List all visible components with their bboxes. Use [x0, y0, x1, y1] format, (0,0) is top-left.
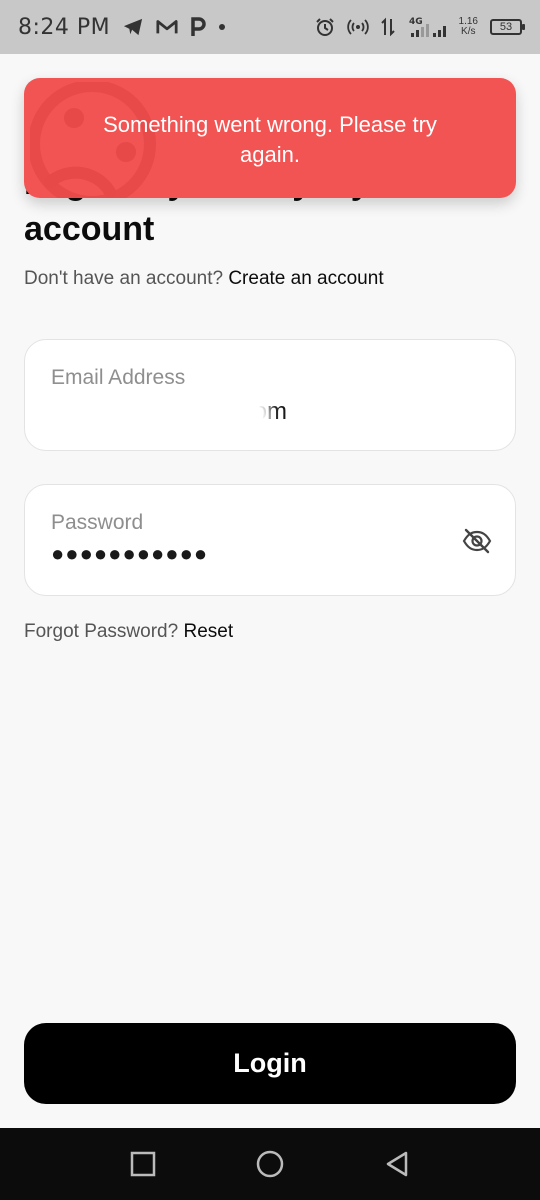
email-label: Email Address — [51, 366, 186, 389]
eye-off-icon[interactable] — [461, 525, 493, 557]
circle-icon[interactable] — [250, 1144, 290, 1184]
dot-icon — [218, 23, 226, 31]
battery-level: 53 — [499, 21, 513, 33]
status-right: 4G 1.16 K/s 53 — [315, 15, 525, 39]
status-time: 8:24 PM — [18, 14, 111, 40]
login-button[interactable]: Login — [24, 1023, 516, 1104]
svg-text:4G: 4G — [409, 17, 423, 27]
password-label: Password — [51, 511, 144, 534]
system-nav-bar — [0, 1128, 540, 1200]
toast-message: Something went wrong. Please try again. — [103, 112, 437, 167]
create-account-link[interactable]: Create an account — [228, 268, 383, 289]
speed-unit: K/s — [461, 26, 476, 37]
reset-link[interactable]: Reset — [183, 621, 233, 642]
network-speed: 1.16 K/s — [459, 17, 478, 37]
p-app-icon — [190, 17, 206, 37]
forgot-password: Forgot Password? Reset — [24, 621, 233, 643]
signup-prompt-text: Don't have an account? — [24, 268, 224, 289]
forgot-password-text: Forgot Password? — [24, 621, 179, 642]
hotspot-icon — [346, 18, 369, 36]
status-bar: 8:24 PM 4G 1.16 K/s 53 — [0, 0, 540, 54]
redaction-mask — [43, 400, 263, 434]
triangle-back-icon[interactable] — [377, 1144, 417, 1184]
battery-icon: 53 — [490, 19, 525, 35]
square-icon[interactable] — [123, 1144, 163, 1184]
error-toast: Something went wrong. Please try again. — [24, 78, 516, 198]
signal-4g-icon: 4G — [407, 15, 447, 39]
login-screen: 8:24 PM 4G 1.16 K/s 53 account Don't hav… — [0, 0, 540, 1200]
gmail-icon — [156, 18, 178, 36]
password-field[interactable]: Password ●●●●●●●●●●● — [24, 484, 516, 596]
data-transfer-icon — [380, 17, 395, 37]
telegram-icon — [122, 17, 144, 37]
signup-prompt: Don't have an account? Create an account — [24, 268, 384, 290]
status-left: 8:24 PM — [18, 15, 226, 40]
alarm-icon — [315, 17, 335, 37]
email-field[interactable]: Email Address ail.com — [24, 339, 516, 451]
password-value[interactable]: ●●●●●●●●●●● — [51, 541, 208, 567]
